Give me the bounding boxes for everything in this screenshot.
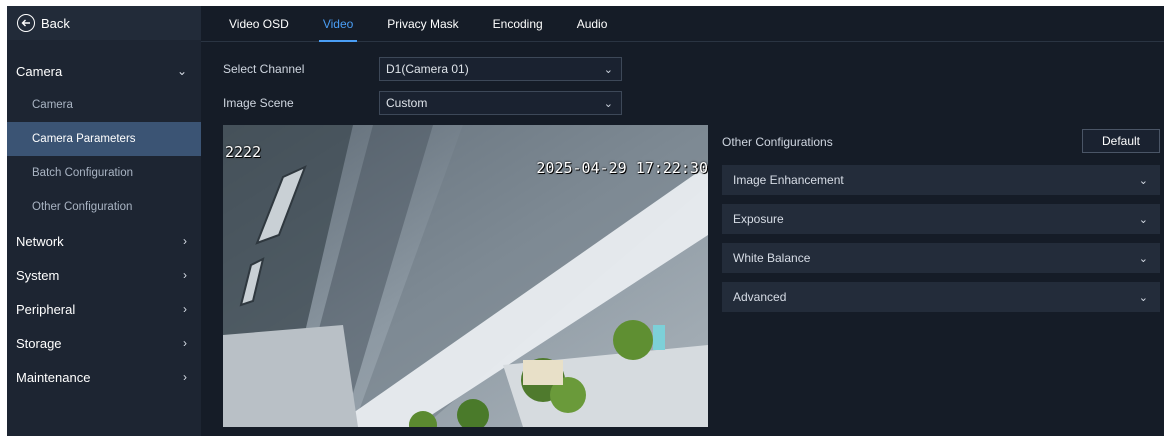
back-arrow-icon [17, 14, 35, 32]
sidebar-item-label: Batch Configuration [32, 167, 134, 179]
video-preview: 2222 2025-04-29 17:22:30 [223, 125, 708, 427]
sidebar-item-label: System [16, 267, 60, 283]
sidebar-item-storage[interactable]: Storage › [7, 326, 201, 360]
sidebar-item-label: Camera [32, 99, 73, 111]
sidebar-item-label: Network [16, 233, 64, 249]
sidebar-nav: Camera ⌄ Camera Camera Parameters Batch … [7, 54, 201, 394]
chevron-down-icon: ⌄ [1138, 213, 1148, 226]
tab-audio[interactable]: Audio [577, 6, 608, 42]
chevron-right-icon: › [183, 268, 187, 282]
sidebar-subitem-batch-configuration[interactable]: Batch Configuration [7, 156, 201, 190]
tab-video[interactable]: Video [318, 6, 358, 42]
app-window: Back Camera ⌄ Camera Camera Parameters B… [7, 6, 1164, 436]
chevron-down-icon: ⌄ [603, 97, 613, 110]
sidebar-subitem-camera-parameters[interactable]: Camera Parameters [7, 122, 201, 156]
sidebar-item-maintenance[interactable]: Maintenance › [7, 360, 201, 394]
sidebar-item-label: Camera [16, 63, 63, 79]
sidebar-item-label: Peripheral [16, 301, 76, 317]
image-scene-value: Custom [386, 96, 428, 110]
section-label: Advanced [733, 290, 787, 304]
image-scene-label: Image Scene [223, 96, 294, 110]
sidebar-item-label: Other Configuration [32, 201, 133, 213]
sidebar-item-label: Camera Parameters [32, 133, 136, 145]
chevron-down-icon: ⌄ [1138, 252, 1148, 265]
exposure-section[interactable]: Exposure ⌄ [722, 204, 1160, 234]
image-enhancement-section[interactable]: Image Enhancement ⌄ [722, 165, 1160, 195]
select-channel-dropdown[interactable]: D1(Camera 01) ⌄ [379, 57, 622, 81]
chevron-right-icon: › [183, 370, 187, 384]
white-balance-section[interactable]: White Balance ⌄ [722, 243, 1160, 273]
chevron-down-icon: ⌄ [176, 64, 187, 78]
image-scene-dropdown[interactable]: Custom ⌄ [379, 91, 622, 115]
tab-bar: Video OSD Video Privacy Mask Encoding Au… [201, 6, 1164, 42]
sidebar-item-label: Maintenance [16, 369, 91, 385]
back-button[interactable]: Back [7, 6, 201, 40]
sidebar-item-peripheral[interactable]: Peripheral › [7, 292, 201, 326]
other-configurations-title: Other Configurations [722, 135, 833, 149]
sidebar-subitem-camera[interactable]: Camera [7, 88, 201, 122]
default-button[interactable]: Default [1082, 129, 1160, 153]
select-channel-value: D1(Camera 01) [386, 62, 469, 76]
chevron-down-icon: ⌄ [1138, 174, 1148, 187]
sidebar: Back Camera ⌄ Camera Camera Parameters B… [7, 6, 201, 436]
select-channel-label: Select Channel [223, 62, 305, 76]
osd-channel-name: 2222 [225, 143, 262, 161]
chevron-down-icon: ⌄ [603, 63, 613, 76]
sidebar-item-label: Storage [16, 335, 62, 351]
tab-encoding[interactable]: Encoding [493, 6, 543, 42]
chevron-right-icon: › [183, 302, 187, 316]
section-label: Exposure [733, 212, 784, 226]
advanced-section[interactable]: Advanced ⌄ [722, 282, 1160, 312]
sidebar-subitem-other-configuration[interactable]: Other Configuration [7, 190, 201, 224]
chevron-right-icon: › [183, 336, 187, 350]
sidebar-item-network[interactable]: Network › [7, 224, 201, 258]
section-label: Image Enhancement [733, 173, 844, 187]
chevron-down-icon: ⌄ [1138, 291, 1148, 304]
osd-timestamp: 2025-04-29 17:22:30 [536, 159, 708, 177]
back-label: Back [41, 15, 70, 31]
tab-video-osd[interactable]: Video OSD [229, 6, 289, 42]
tab-privacy-mask[interactable]: Privacy Mask [387, 6, 458, 42]
chevron-right-icon: › [183, 234, 187, 248]
sidebar-item-system[interactable]: System › [7, 258, 201, 292]
section-label: White Balance [733, 251, 811, 265]
sidebar-item-camera[interactable]: Camera ⌄ [7, 54, 201, 88]
